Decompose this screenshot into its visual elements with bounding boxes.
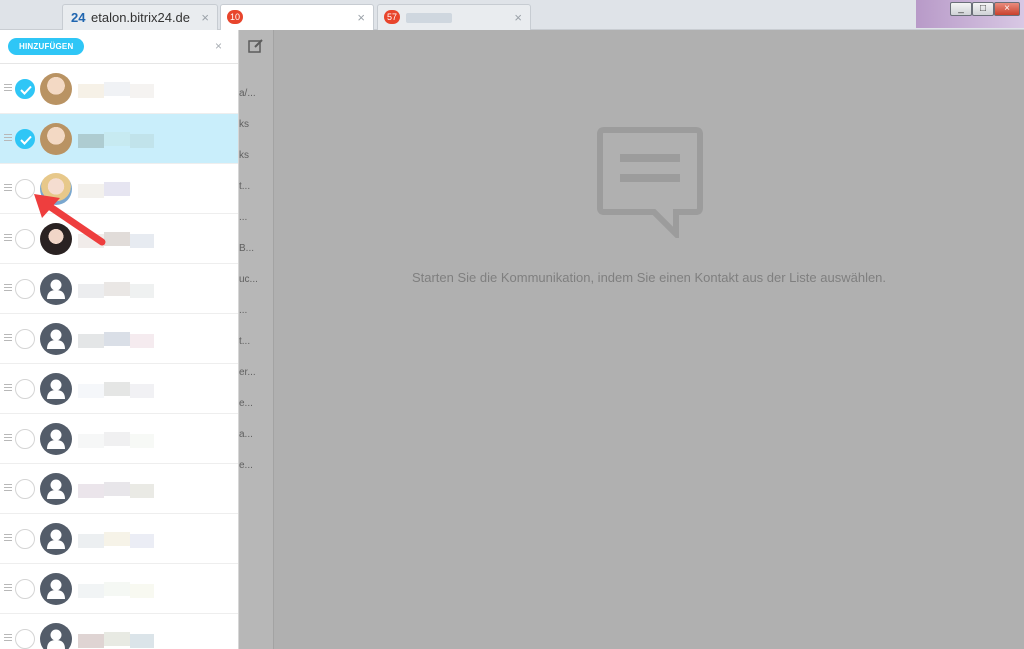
user-icon — [40, 523, 72, 555]
drag-handle-icon[interactable] — [4, 284, 12, 293]
window-controls: _ □ × — [916, 0, 1024, 28]
minimize-button[interactable]: _ — [950, 2, 972, 16]
recent-chat-snippet[interactable]: er... — [239, 367, 256, 378]
tab-badge: 57 — [384, 10, 400, 24]
recent-chat-snippet[interactable]: a... — [239, 429, 253, 440]
drag-handle-icon[interactable] — [4, 234, 12, 243]
maximize-button[interactable]: □ — [972, 2, 994, 16]
user-icon — [40, 373, 72, 405]
checkmark-icon — [20, 85, 32, 95]
drag-handle-icon[interactable] — [4, 134, 12, 143]
recent-chat-snippet[interactable]: e... — [239, 398, 253, 409]
recent-chat-snippet[interactable]: t... — [239, 181, 250, 192]
drag-handle-icon[interactable] — [4, 484, 12, 493]
contact-checkbox[interactable] — [15, 379, 35, 399]
avatar — [40, 73, 72, 105]
user-icon — [40, 623, 72, 649]
empty-state-message: Starten Sie die Kommunikation, indem Sie… — [411, 270, 887, 285]
empty-chat-state: Starten Sie die Kommunikation, indem Sie… — [274, 30, 1024, 649]
recent-chat-snippet[interactable]: ... — [239, 212, 247, 223]
contact-name-blurred — [78, 574, 216, 602]
user-icon — [40, 473, 72, 505]
drag-handle-icon[interactable] — [4, 434, 12, 443]
contact-checkbox[interactable] — [15, 579, 35, 599]
recent-chat-snippet[interactable]: ks — [239, 150, 249, 161]
chat-bubble-icon — [596, 126, 704, 243]
tab-chat-active[interactable]: 10 × — [220, 4, 374, 31]
recent-chat-snippet[interactable]: a/... — [239, 88, 256, 99]
contact-name-blurred — [78, 524, 216, 552]
contact-name-blurred — [78, 424, 216, 452]
contact-name-blurred — [78, 474, 216, 502]
drag-handle-icon[interactable] — [4, 84, 12, 93]
contact-picker-panel: HINZUFÜGEN × — [0, 30, 239, 649]
drag-handle-icon[interactable] — [4, 184, 12, 193]
tab-badge: 10 — [227, 10, 243, 24]
recent-chat-snippet[interactable]: B... — [239, 243, 254, 254]
user-icon — [40, 573, 72, 605]
recent-chat-snippet[interactable]: e... — [239, 460, 253, 471]
contact-checkbox[interactable] — [15, 429, 35, 449]
user-icon — [40, 423, 72, 455]
edit-icon[interactable] — [248, 38, 264, 59]
close-window-button[interactable]: × — [994, 2, 1020, 16]
close-icon[interactable]: × — [215, 39, 222, 53]
contact-row[interactable] — [0, 364, 238, 414]
contact-name-blurred — [78, 374, 216, 402]
drag-handle-icon[interactable] — [4, 534, 12, 543]
contact-row[interactable] — [0, 114, 238, 164]
contact-checkbox[interactable] — [15, 629, 35, 649]
tab-close-icon[interactable]: × — [201, 10, 209, 25]
tab-bar: 24 etalon.bitrix24.de × 10 × 57 × _ □ × — [0, 0, 1024, 31]
tab-etalon[interactable]: 24 etalon.bitrix24.de × — [62, 4, 218, 30]
tab-close-icon[interactable]: × — [514, 10, 522, 25]
drag-handle-icon[interactable] — [4, 634, 12, 643]
tab-close-icon[interactable]: × — [357, 10, 365, 25]
contact-checkbox[interactable] — [15, 79, 35, 99]
bitrix24-logo-icon: 24 — [71, 10, 86, 25]
drag-handle-icon[interactable] — [4, 384, 12, 393]
recent-chat-snippet[interactable]: t... — [239, 336, 250, 347]
messenger-window: 24 etalon.bitrix24.de × 10 × 57 × _ □ × … — [0, 0, 1024, 649]
checkmark-icon — [20, 135, 32, 145]
contact-name-blurred — [78, 274, 216, 302]
drag-handle-icon[interactable] — [4, 584, 12, 593]
contact-name-blurred — [78, 124, 216, 152]
contact-row[interactable] — [0, 264, 238, 314]
annotation-arrow-icon — [34, 194, 106, 246]
contact-checkbox[interactable] — [15, 329, 35, 349]
user-icon — [40, 273, 72, 305]
add-button[interactable]: HINZUFÜGEN — [8, 38, 85, 55]
recent-chat-snippet[interactable]: ... — [239, 305, 247, 316]
tab-title: etalon.bitrix24.de — [91, 10, 191, 25]
avatar — [40, 123, 72, 155]
contact-checkbox[interactable] — [15, 129, 35, 149]
contact-name-blurred — [78, 324, 216, 352]
tab-chat-2[interactable]: 57 × — [377, 4, 531, 30]
contact-row[interactable] — [0, 564, 238, 614]
contact-checkbox[interactable] — [15, 279, 35, 299]
contact-name-blurred — [78, 74, 216, 102]
contact-row[interactable] — [0, 64, 238, 114]
picker-header: HINZUFÜGEN × — [0, 30, 238, 64]
recent-chat-snippet[interactable]: ks — [239, 119, 249, 130]
contact-row[interactable] — [0, 314, 238, 364]
contact-row[interactable] — [0, 414, 238, 464]
recent-chats-list: a/... ks ks t...... B... uc...... t... er... e..… — [239, 30, 274, 649]
tab-title-blurred — [406, 13, 452, 23]
contact-row[interactable] — [0, 514, 238, 564]
contact-checkbox[interactable] — [15, 479, 35, 499]
drag-handle-icon[interactable] — [4, 334, 12, 343]
contact-checkbox[interactable] — [15, 529, 35, 549]
contact-name-blurred — [78, 624, 216, 649]
recent-chat-snippet[interactable]: uc... — [239, 274, 258, 285]
contact-row[interactable] — [0, 464, 238, 514]
user-icon — [40, 323, 72, 355]
contact-row[interactable] — [0, 614, 238, 649]
